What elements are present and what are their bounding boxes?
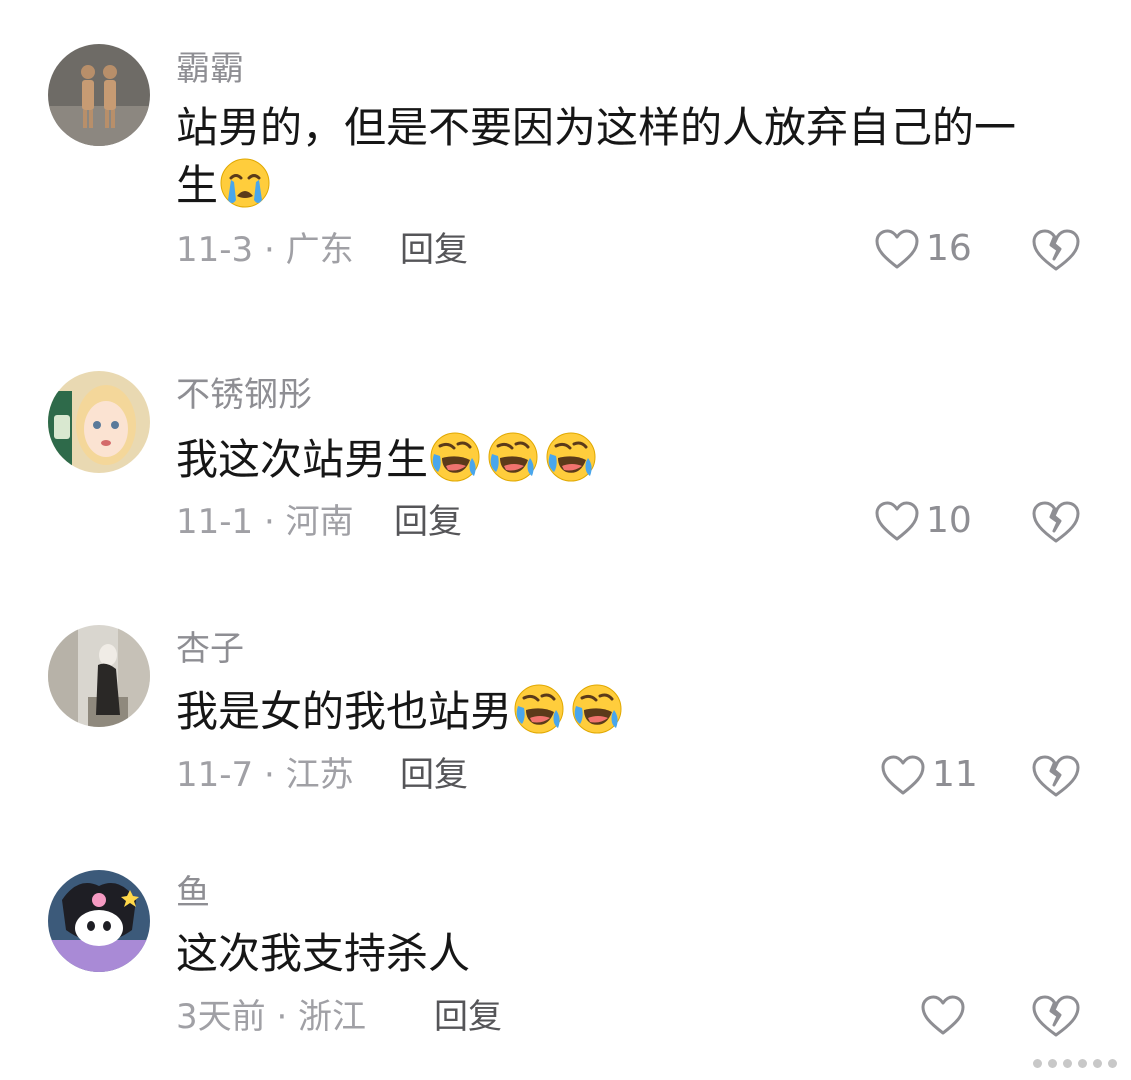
comment-item: 霸霸 站男的，但是不要因为这样的人放弃自己的一 生 11-3 · 广东 回复 1… (0, 0, 1131, 320)
reply-button[interactable]: 回复 (400, 758, 468, 792)
like-button[interactable]: 10 (874, 500, 972, 542)
comment-item: 不锈钢彤 我这次站男生 11-1 · 河南 回复 10 (0, 360, 1131, 590)
username[interactable]: 不锈钢彤 (176, 378, 312, 412)
reply-button[interactable]: 回复 (434, 1000, 502, 1034)
dislike-button[interactable] (1030, 228, 1082, 272)
like-count: 11 (932, 754, 978, 795)
watermark-dot (1093, 1059, 1102, 1068)
loudly-crying-face-emoji (218, 156, 272, 210)
broken-heart-outline-icon (1030, 994, 1082, 1038)
username[interactable]: 霸霸 (176, 52, 244, 86)
rolling-laughing-face-emoji (544, 430, 598, 484)
comment-meta: 11-3 · 广东 (176, 230, 354, 270)
watermark-dot (1078, 1059, 1087, 1068)
like-count: 10 (926, 500, 972, 541)
broken-heart-outline-icon (1030, 500, 1082, 544)
rolling-laughing-face-emoji (486, 430, 540, 484)
like-button[interactable] (920, 994, 972, 1036)
comment-text: 站男的，但是不要因为这样的人放弃自己的一 生 (176, 100, 1076, 214)
heart-outline-icon (880, 754, 932, 796)
like-count: 16 (926, 228, 972, 269)
comment-text-fragment: 生 (176, 161, 219, 210)
reply-button[interactable]: 回复 (394, 505, 462, 539)
watermark-dot (1048, 1059, 1057, 1068)
username[interactable]: 杏子 (176, 632, 244, 666)
like-button[interactable]: 16 (874, 228, 972, 270)
avatar[interactable] (48, 870, 150, 972)
heart-outline-icon (920, 994, 972, 1036)
comment-text-line: 站男的，但是不要因为这样的人放弃自己的一 (176, 103, 1017, 152)
comment-text: 我是女的我也站男 (176, 682, 1076, 740)
watermark-dots (1033, 1059, 1117, 1068)
comment-meta: 11-7 · 江苏 (176, 755, 354, 795)
broken-heart-outline-icon (1030, 228, 1082, 272)
reply-button[interactable]: 回复 (400, 233, 468, 267)
comment-item: 杏子 我是女的我也站男 11-7 · 江苏 回复 11 (0, 610, 1131, 840)
watermark-dot (1108, 1059, 1117, 1068)
comment-text-line: 生 (176, 156, 1076, 214)
dislike-button[interactable] (1030, 994, 1082, 1038)
comment-text: 我这次站男生 (176, 430, 1076, 488)
rolling-laughing-face-emoji (512, 682, 566, 736)
comment-text: 这次我支持杀人 (176, 929, 471, 978)
comment-text-fragment: 我这次站男生 (176, 435, 429, 484)
comment-meta: 11-1 · 河南 (176, 502, 354, 542)
comment-item: 鱼 这次我支持杀人 3天前 · 浙江 回复 (0, 860, 1131, 1080)
dislike-button[interactable] (1030, 754, 1082, 798)
username[interactable]: 鱼 (176, 876, 210, 910)
heart-outline-icon (874, 228, 926, 270)
comment-text-fragment: 我是女的我也站男 (176, 687, 513, 736)
rolling-laughing-face-emoji (428, 430, 482, 484)
avatar[interactable] (48, 625, 150, 727)
heart-outline-icon (874, 500, 926, 542)
comment-meta: 3天前 · 浙江 (176, 997, 367, 1037)
avatar[interactable] (48, 371, 150, 473)
like-button[interactable]: 11 (880, 754, 978, 796)
watermark-dot (1033, 1059, 1042, 1068)
watermark-dot (1063, 1059, 1072, 1068)
avatar[interactable] (48, 44, 150, 146)
dislike-button[interactable] (1030, 500, 1082, 544)
broken-heart-outline-icon (1030, 754, 1082, 798)
rolling-laughing-face-emoji (570, 682, 624, 736)
